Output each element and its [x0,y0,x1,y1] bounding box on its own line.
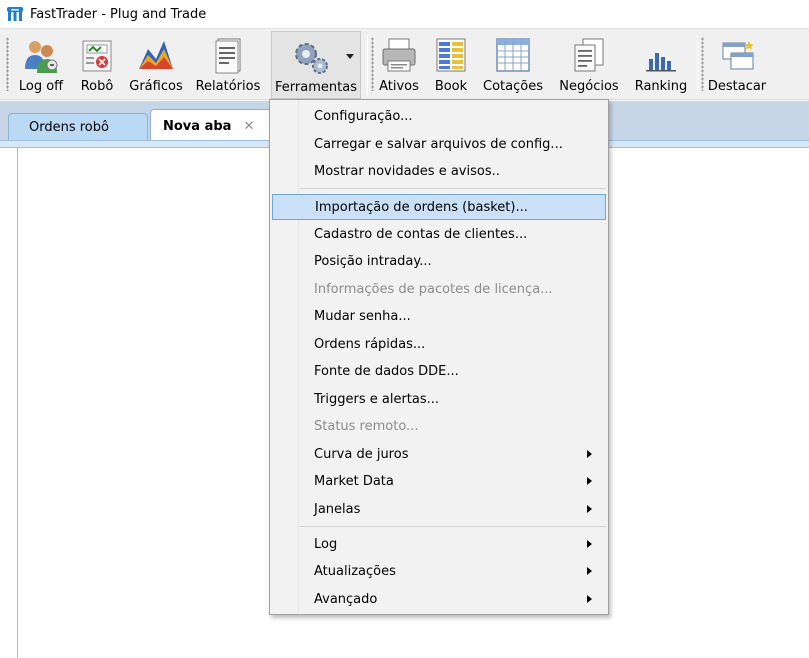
ativos-label: Ativos [379,79,419,94]
window-title: FastTrader - Plug and Trade [30,6,207,22]
ranking-label: Ranking [634,79,688,94]
main-toolbar: Log off Robô Gráficos Relatórios Ferrame… [0,28,809,100]
app-window: FastTrader - Plug and Trade Log off Robô… [0,0,809,658]
menu-item-log[interactable]: Log [272,531,606,557]
menu-item-curva-juros[interactable]: Curva de juros [272,441,606,467]
menu-item-fonte-dde[interactable]: Fonte de dados DDE... [272,358,606,384]
tab-nova-aba[interactable]: Nova aba ✕ [150,109,274,142]
grid-icon [496,38,530,72]
menu-item-label: Ordens rápidas... [314,336,426,352]
ferramentas-label: Ferramentas [275,80,357,95]
menu-item-label: Importação de ordens (basket)... [315,199,528,215]
menu-item-configuracao[interactable]: Configuração... [272,103,606,129]
chevron-right-icon [587,450,592,458]
ferramentas-menu: Configuração... Carregar e salvar arquiv… [269,99,609,615]
gears-icon [295,43,328,74]
robo-button[interactable]: Robô [76,31,118,99]
ativos-button[interactable]: Ativos [376,31,422,99]
tab-label: Ordens robô [29,119,109,135]
menu-item-status-remoto: Status remoto... [272,413,606,439]
title-bar: FastTrader - Plug and Trade [0,0,809,28]
windows-icon [722,41,754,70]
chevron-right-icon [587,540,592,548]
documents-icon [574,38,604,72]
chevron-right-icon [587,595,592,603]
log-off-label: Log off [18,79,64,94]
menu-item-market-data[interactable]: Market Data [272,468,606,494]
relatorios-button[interactable]: Relatórios [194,31,262,99]
app-logo-icon [7,7,23,21]
menu-item-label: Configuração... [314,108,413,124]
menu-item-label: Log [314,536,338,552]
book-label: Book [434,79,468,94]
chevron-right-icon [587,567,592,575]
menu-item-novidades[interactable]: Mostrar novidades e avisos.. [272,158,606,184]
ferramentas-button[interactable]: Ferramentas [271,31,361,99]
tab-label: Nova aba [163,118,232,134]
menu-item-atualizacoes[interactable]: Atualizações [272,558,606,584]
cotacoes-button[interactable]: Cotações [480,31,546,99]
menu-item-label: Market Data [314,473,394,489]
report-icon [215,38,241,74]
destacar-button[interactable]: Destacar [706,31,768,99]
toolbar-separator [367,35,368,95]
cotacoes-label: Cotações [483,79,543,94]
menu-item-cadastro-contas[interactable]: Cadastro de contas de clientes... [272,221,606,247]
menu-item-posicao-intraday[interactable]: Posição intraday... [272,248,606,274]
menu-item-label: Carregar e salvar arquivos de config... [314,136,563,152]
graficos-button[interactable]: Gráficos [126,31,186,99]
users-icon [25,41,58,73]
bar-chart-icon [646,53,676,72]
book-icon [436,38,466,72]
menu-item-label: Avançado [314,591,378,607]
book-button[interactable]: Book [430,31,472,99]
menu-item-label: Janelas [314,501,361,517]
menu-item-carregar-salvar[interactable]: Carregar e salvar arquivos de config... [272,131,606,157]
negocios-label: Negócios [559,79,619,94]
chart-icon [139,41,173,69]
tab-ordens-robo[interactable]: Ordens robô [8,113,148,140]
menu-item-avancado[interactable]: Avançado [272,586,606,612]
destacar-label: Destacar [707,79,767,94]
menu-item-importacao-ordens[interactable]: Importação de ordens (basket)... [272,194,606,220]
relatorios-label: Relatórios [195,79,261,94]
menu-item-label: Status remoto... [314,418,419,434]
menu-item-ordens-rapidas[interactable]: Ordens rápidas... [272,331,606,357]
log-off-button[interactable]: Log off [14,31,68,99]
chevron-down-icon[interactable] [346,54,354,59]
toolbar-grip[interactable] [371,37,374,91]
menu-separator [300,188,606,189]
menu-item-triggers-alertas[interactable]: Triggers e alertas... [272,386,606,412]
menu-item-label: Curva de juros [314,446,409,462]
toolbar-separator [697,35,698,95]
menu-item-label: Mostrar novidades e avisos.. [314,163,500,179]
chevron-right-icon [587,477,592,485]
menu-item-mudar-senha[interactable]: Mudar senha... [272,303,606,329]
close-icon[interactable]: ✕ [243,119,254,134]
menu-separator [300,526,606,527]
toolbar-grip[interactable] [701,37,704,91]
printer-icon [382,38,416,72]
menu-item-label: Informações de pacotes de licença... [314,281,553,297]
menu-item-label: Posição intraday... [314,253,432,269]
toolbar-grip[interactable] [6,37,9,91]
menu-item-label: Cadastro de contas de clientes... [314,226,528,242]
robot-icon [82,40,112,72]
menu-item-pacotes-licenca: Informações de pacotes de licença... [272,276,606,302]
menu-item-label: Fonte de dados DDE... [314,363,459,379]
menu-item-label: Mudar senha... [314,308,411,324]
chevron-right-icon [587,505,592,513]
menu-item-label: Triggers e alertas... [314,391,440,407]
menu-item-label: Atualizações [314,563,396,579]
robo-label: Robô [80,79,114,94]
negocios-button[interactable]: Negócios [554,31,624,99]
ranking-button[interactable]: Ranking [632,31,690,99]
menu-item-janelas[interactable]: Janelas [272,496,606,522]
graficos-label: Gráficos [129,79,183,94]
